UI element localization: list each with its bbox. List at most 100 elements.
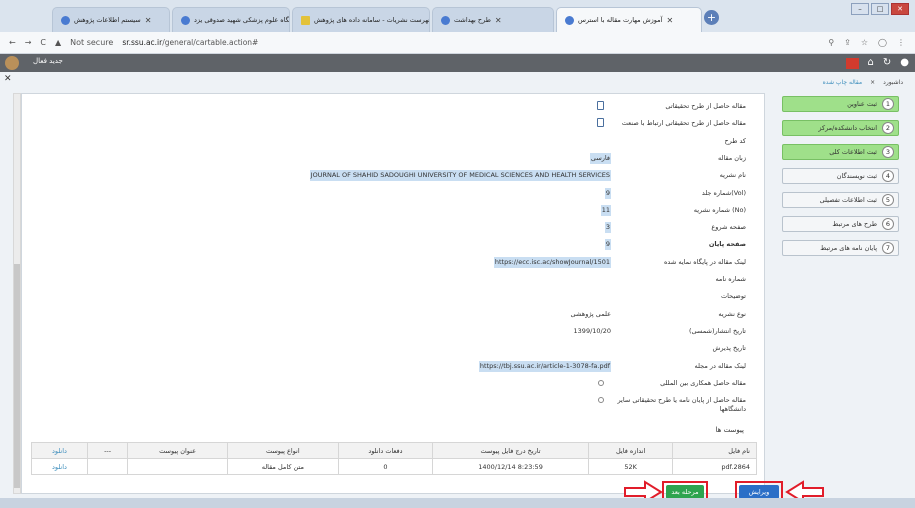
field-value: فارسی	[589, 152, 611, 164]
field-value: 1399/10/20	[573, 326, 611, 335]
tab-health-plan[interactable]: ✕ طرح بهداشت	[432, 7, 554, 32]
step-number: 6	[882, 218, 894, 230]
url-field[interactable]: sr.ssu.ac.ir/general/cartable.action#	[122, 38, 258, 47]
tab-favicon-icon	[565, 15, 574, 25]
reload-icon[interactable]: C	[40, 38, 46, 47]
profile-icon[interactable]: ◯	[878, 38, 887, 47]
toolbar-right: ⚲ ⇪ ☆ ◯ ⋮	[828, 38, 905, 47]
breadcrumb-close-icon[interactable]: ×	[870, 79, 875, 86]
column-header: تاریخ درج فایل پیوست	[432, 442, 589, 459]
form-row: لینک مقاله در مجله https://tbj.ssu.ac.ir/…	[22, 358, 764, 375]
address-bar: ← → C ▲ Not secure sr.ssu.ac.ir/general/…	[0, 32, 915, 54]
breadcrumb-current[interactable]: مقاله چاپ شده	[823, 79, 862, 86]
taskbar	[0, 498, 915, 508]
field-value: 11	[600, 204, 611, 216]
not-secure-label: Not secure	[70, 38, 114, 47]
step-item[interactable]: ثبت اطلاعات تفصیلی 5	[782, 192, 899, 208]
zoom-icon[interactable]: ⚲	[828, 38, 834, 47]
warning-icon: ▲	[55, 38, 62, 47]
step-item[interactable]: پایان نامه های مرتبط 7	[782, 240, 899, 256]
field-label: تاریخ پذیرش	[712, 344, 746, 353]
step-item[interactable]: انتخاب دانشکده/مرکز 2	[782, 120, 899, 136]
menu-icon[interactable]: ⋮	[897, 38, 905, 47]
step-item[interactable]: ثبت عناوین 1	[782, 96, 899, 112]
download-link[interactable]: دانلود	[31, 458, 88, 475]
tab-research-system[interactable]: ✕ سیستم اطلاعات پژوهش	[52, 7, 170, 32]
column-header: دانلود	[31, 442, 88, 459]
form-row: مقاله حاصل از پایان نامه یا طرح تحقیقاتی…	[22, 392, 764, 413]
tab-university[interactable]: ✕ دانشگاه علوم پزشکی شهید صدوقی یزد	[172, 7, 290, 32]
table-cell: 52K	[587, 458, 674, 475]
bookmark-star-icon[interactable]: ☆	[861, 38, 868, 47]
maximize-button[interactable]: □	[871, 3, 889, 15]
field-label: شماره نشریه (No)	[693, 205, 746, 214]
attachments-title: پیوست ها	[715, 426, 744, 434]
back-icon[interactable]: ←	[9, 38, 16, 47]
new-tab-button[interactable]: +	[704, 10, 719, 25]
close-panel-icon[interactable]: ✕	[4, 74, 12, 84]
steps-sidebar: ثبت عناوین 1 انتخاب دانشکده/مرکز 2 ثبت اطلاع…	[782, 96, 899, 264]
radio-button[interactable]	[598, 397, 604, 404]
tab-article-skills[interactable]: ✕ آموزش مهارت مقاله با استرس	[556, 7, 702, 32]
tab-journals-list[interactable]: ✕ فهرست نشریات - سامانه داده های پژوهش	[292, 7, 430, 32]
form-row: مقاله حاصل از طرح تحقیقاتی	[22, 98, 764, 115]
close-window-button[interactable]: ✕	[891, 3, 909, 15]
field-label: نوع نشریه	[718, 309, 746, 318]
step-item[interactable]: ثبت نویسندگان 4	[782, 168, 899, 184]
table-cell: pdf.2864	[672, 458, 757, 475]
step-number: 1	[882, 98, 894, 110]
refresh-icon[interactable]: ↻	[883, 56, 891, 70]
tab-favicon-icon	[301, 15, 310, 25]
step-label: ثبت عناوین	[847, 100, 877, 108]
field-value: علمی پژوهشی	[570, 309, 611, 318]
share-icon[interactable]: ⇪	[844, 38, 851, 47]
form-row: نام نشریه JOURNAL OF SHAHID SADOUGHI UNIV…	[22, 167, 764, 184]
article-form: پیوست ها نام فایل اندازه فایل تاریخ درج فا…	[21, 93, 765, 494]
tab-close-icon[interactable]: ✕	[145, 16, 152, 25]
field-label: زبان مقاله	[718, 153, 746, 162]
column-header: عنوان پیوست	[127, 442, 228, 459]
form-row: شماره جلد(Vol) 9	[22, 185, 764, 202]
field-value: JOURNAL OF SHAHID SADOUGHI UNIVERSITY OF…	[309, 170, 611, 182]
step-number: 2	[882, 122, 894, 134]
step-label: طرح های مرتبط	[832, 220, 877, 228]
forward-icon[interactable]: →	[25, 38, 32, 47]
field-label: مقاله حاصل همکاری بین المللی	[660, 378, 746, 387]
table-row: pdf.2864 52K 8:23:59 1400/12/14 0 متن کامل م…	[31, 458, 757, 475]
field-value: 9	[604, 239, 611, 251]
tab-close-icon[interactable]: ✕	[666, 16, 673, 25]
field-label: صفحه پایان	[708, 240, 746, 249]
step-number: 4	[882, 170, 894, 182]
column-header: انواع پیوست	[226, 442, 339, 459]
step-label: انتخاب دانشکده/مرکز	[818, 124, 877, 132]
breadcrumb-dashboard[interactable]: داشبورد	[883, 79, 903, 86]
step-item[interactable]: طرح های مرتبط 6	[782, 216, 899, 232]
form-row: صفحه شروع 3	[22, 219, 764, 236]
home-icon[interactable]: ⌂	[868, 56, 874, 70]
form-row: لینک مقاله در پایگاه نمایه شده https://ec…	[22, 254, 764, 271]
step-item[interactable]: ثبت اطلاعات کلی 3	[782, 144, 899, 160]
field-label: شماره نامه	[715, 275, 746, 283]
field-label: صفحه شروع	[711, 223, 746, 232]
column-header: اندازه فایل	[587, 442, 674, 459]
field-label: مقاله حاصل از پایان نامه یا طرح تحقیقاتی…	[617, 396, 746, 413]
table-cell: 0	[337, 458, 434, 475]
scrollbar-thumb[interactable]	[14, 264, 20, 488]
window-controls: – □ ✕	[851, 3, 909, 15]
mail-icon[interactable]	[845, 58, 859, 69]
document-icon[interactable]	[597, 118, 604, 128]
field-label: توضیحات	[721, 292, 746, 301]
field-value: 3	[604, 222, 611, 234]
form-row: مقاله حاصل از طرح تحقیقاتی ارتباط با صنع…	[22, 115, 764, 132]
form-row: تاریخ انتشار(شمسی) 1399/10/20	[22, 323, 764, 340]
app-header: جدید فعال ⌂ ↻ ●	[0, 54, 915, 72]
minimize-button[interactable]: –	[851, 3, 869, 15]
tab-close-icon[interactable]: ✕	[495, 16, 502, 25]
document-icon[interactable]	[597, 101, 604, 110]
field-value: https://tbj.ssu.ac.ir/article-1-3078-fa.…	[478, 360, 611, 372]
scrollbar[interactable]	[13, 93, 21, 494]
radio-button[interactable]	[598, 379, 604, 386]
field-value: 9	[604, 187, 611, 199]
user-icon[interactable]: ●	[900, 56, 909, 70]
field-label: تاریخ انتشار(شمسی)	[689, 326, 746, 335]
